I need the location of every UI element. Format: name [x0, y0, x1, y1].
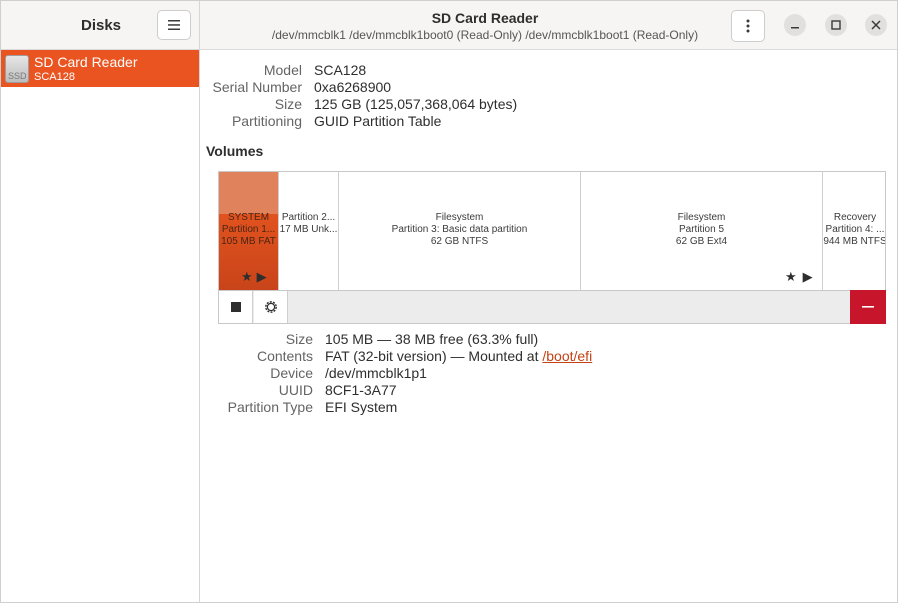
partition-5-line3: 62 GB Ext4	[675, 236, 728, 247]
drive-device-paths: /dev/mmcblk1 /dev/mmcblk1boot0 (Read-Onl…	[271, 28, 699, 42]
partition-3-text: Filesystem Partition 3: Basic data parti…	[339, 212, 580, 248]
partition-1-line3: 105 MB FAT	[221, 236, 276, 247]
close-icon	[871, 20, 881, 30]
disks-window: Disks SSD SD Card Reader SCA128 SD Card …	[0, 0, 898, 603]
partition-1[interactable]: SYSTEM Partition 1... 105 MB FAT ★ ▶	[219, 172, 279, 290]
unmount-button[interactable]	[219, 291, 253, 323]
stop-square-icon	[230, 302, 241, 312]
partition-3-line2: Partition 3: Basic data partition	[391, 224, 528, 235]
contents-text: FAT (32-bit version) — Mounted at	[325, 348, 543, 364]
gear-icon	[264, 301, 277, 313]
drive-subtitle: SCA128	[34, 71, 75, 83]
model-value: SCA128	[314, 62, 367, 78]
part-device-label: Device	[270, 365, 313, 381]
part-size-value: 105 MB — 38 MB free (63.3% full)	[325, 331, 539, 347]
drive-name: SD Card Reader	[34, 54, 138, 70]
delete-partition-button[interactable]	[850, 290, 886, 324]
partition-3-line3: 62 GB NTFS	[430, 236, 489, 247]
part-uuid-label: UUID	[278, 382, 313, 398]
sidebar: Disks SSD SD Card Reader SCA128	[1, 1, 200, 602]
partition-5-status-icons: ★ ▶	[785, 269, 813, 285]
minimize-button[interactable]	[784, 14, 806, 36]
partition-2-line2: Partition 2...	[281, 212, 336, 223]
hamburger-icon	[168, 20, 180, 30]
partition-5[interactable]: Filesystem Partition 5 62 GB Ext4 ★ ▶	[581, 172, 823, 290]
part-contents-label: Contents	[256, 348, 313, 364]
partition-4[interactable]: Recovery Partition 4: ... 944 MB NTFS	[823, 172, 886, 290]
minimize-icon	[791, 27, 799, 29]
maximize-icon	[831, 20, 841, 30]
partition-3[interactable]: Filesystem Partition 3: Basic data parti…	[339, 172, 581, 290]
model-label: Model	[263, 62, 302, 78]
partition-settings-button[interactable]	[254, 291, 288, 323]
vertical-dots-icon	[746, 19, 750, 33]
partitioning-label: Partitioning	[231, 113, 302, 129]
star-icon: ★	[785, 269, 797, 284]
drive-title: SD Card Reader	[431, 10, 539, 26]
partition-2-line3: 17 MB Unk...	[279, 224, 338, 235]
drive-icon-label: SSD	[8, 71, 27, 81]
partitioning-value: GUID Partition Table	[314, 113, 442, 129]
play-icon: ▶	[802, 269, 813, 284]
volumes-heading: Volumes	[206, 143, 264, 159]
partition-2[interactable]: Partition 2... 17 MB Unk...	[279, 172, 339, 290]
partition-1-text: SYSTEM Partition 1... 105 MB FAT	[219, 212, 278, 248]
sidebar-item-sd-card-reader[interactable]: SSD SD Card Reader SCA128	[1, 50, 199, 87]
size-label: Size	[274, 96, 302, 112]
part-type-value: EFI System	[325, 399, 398, 415]
partition-2-text: Partition 2... 17 MB Unk...	[279, 212, 338, 236]
partition-4-line2: Partition 4: ...	[825, 224, 885, 235]
volume-toolbar	[218, 290, 886, 324]
part-size-label: Size	[285, 331, 313, 347]
part-device-value: /dev/mmcblk1p1	[325, 365, 427, 381]
main-header: SD Card Reader /dev/mmcblk1 /dev/mmcblk1…	[200, 1, 897, 50]
mount-point-link[interactable]: /boot/efi	[542, 348, 592, 364]
minus-icon	[862, 306, 874, 308]
partition-1-status-icons: ★ ▶	[241, 269, 267, 285]
partition-5-text: Filesystem Partition 5 62 GB Ext4	[581, 212, 822, 248]
app-menu-button[interactable]	[157, 10, 191, 40]
app-title: Disks	[81, 17, 122, 34]
part-type-label: Partition Type	[227, 399, 313, 415]
partition-4-text: Recovery Partition 4: ... 944 MB NTFS	[823, 212, 886, 248]
serial-label: Serial Number	[212, 79, 302, 95]
partition-4-line1: Recovery	[833, 212, 877, 223]
partition-5-line2: Partition 5	[678, 224, 725, 235]
partition-5-line1: Filesystem	[677, 212, 726, 223]
maximize-button[interactable]	[825, 14, 847, 36]
partition-1-line1: SYSTEM	[227, 212, 270, 223]
drive-options-button[interactable]	[731, 10, 765, 42]
close-button[interactable]	[865, 14, 887, 36]
partition-3-line1: Filesystem	[435, 212, 484, 223]
play-icon: ▶	[256, 269, 267, 284]
sd-card-drive-icon: SSD	[5, 55, 29, 83]
sidebar-header: Disks	[1, 1, 199, 50]
part-contents-value: FAT (32-bit version) — Mounted at /boot/…	[325, 348, 592, 364]
part-uuid-value: 8CF1-3A77	[325, 382, 397, 398]
partition-4-line3: 944 MB NTFS	[823, 236, 886, 247]
volume-map: SYSTEM Partition 1... 105 MB FAT ★ ▶ Part…	[218, 171, 886, 291]
partition-1-line2: Partition 1...	[221, 224, 276, 235]
serial-value: 0xa6268900	[314, 79, 392, 95]
size-value: 125 GB (125,057,368,064 bytes)	[314, 96, 518, 112]
star-icon: ★	[241, 269, 253, 284]
